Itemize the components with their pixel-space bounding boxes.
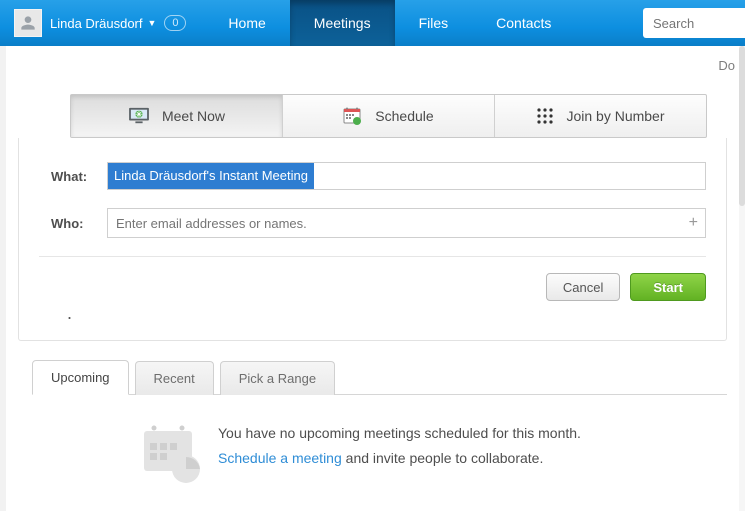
user-name-label: Linda Dräusdorf bbox=[50, 16, 143, 31]
nav-files-label: Files bbox=[419, 15, 449, 31]
meeting-list-tabs: Upcoming Recent Pick a Range bbox=[32, 359, 727, 395]
empty-state: You have no upcoming meetings scheduled … bbox=[140, 421, 745, 477]
tab-join-by-number[interactable]: Join by Number bbox=[495, 95, 706, 137]
nav-meetings[interactable]: Meetings bbox=[290, 0, 395, 46]
nav-files[interactable]: Files bbox=[395, 0, 473, 46]
cancel-button[interactable]: Cancel bbox=[546, 273, 620, 301]
tab-recent[interactable]: Recent bbox=[135, 361, 214, 395]
top-nav: Linda Dräusdorf ▼ 0 Home Meetings Files … bbox=[0, 0, 745, 46]
tab-meet-now-label: Meet Now bbox=[162, 108, 225, 124]
empty-line1: You have no upcoming meetings scheduled … bbox=[218, 421, 581, 446]
who-label: Who: bbox=[39, 216, 107, 231]
tab-upcoming[interactable]: Upcoming bbox=[32, 360, 129, 395]
what-input-wrap: Linda Dräusdorf's Instant Meeting bbox=[107, 162, 706, 190]
form-actions: Cancel Start bbox=[39, 273, 706, 301]
dialpad-icon bbox=[536, 107, 554, 125]
search-input[interactable] bbox=[653, 16, 735, 31]
empty-line2-rest: and invite people to collaborate. bbox=[342, 450, 544, 466]
what-row: What: Linda Dräusdorf's Instant Meeting bbox=[39, 162, 706, 190]
nav-meetings-label: Meetings bbox=[314, 15, 371, 31]
nav-contacts-label: Contacts bbox=[496, 15, 551, 31]
tab-schedule[interactable]: Schedule bbox=[283, 95, 495, 137]
monitor-globe-icon bbox=[128, 107, 150, 125]
left-gutter bbox=[0, 46, 6, 511]
chevron-down-icon: ▼ bbox=[148, 18, 157, 28]
meeting-type-tabs: Meet Now Schedule Join by Number bbox=[70, 94, 707, 138]
tab-pick-range[interactable]: Pick a Range bbox=[220, 361, 335, 395]
tab-meet-now[interactable]: Meet Now bbox=[71, 95, 283, 137]
nav-contacts[interactable]: Contacts bbox=[472, 0, 575, 46]
who-input-wrap: + bbox=[107, 208, 706, 238]
nav-home[interactable]: Home bbox=[204, 0, 289, 46]
primary-nav: Home Meetings Files Contacts bbox=[204, 0, 575, 46]
tab-schedule-label: Schedule bbox=[375, 108, 433, 124]
empty-line2: Schedule a meeting and invite people to … bbox=[218, 446, 581, 471]
who-row: Who: + bbox=[39, 208, 706, 238]
notification-badge[interactable]: 0 bbox=[164, 15, 186, 31]
tab-join-label: Join by Number bbox=[566, 108, 664, 124]
calendar-empty-icon bbox=[140, 421, 196, 477]
divider bbox=[39, 256, 706, 257]
start-button[interactable]: Start bbox=[630, 273, 706, 301]
avatar[interactable] bbox=[14, 9, 42, 37]
plus-icon[interactable]: + bbox=[689, 214, 698, 232]
search-box bbox=[643, 8, 745, 38]
who-input[interactable] bbox=[107, 208, 706, 238]
scrollbar-handle[interactable] bbox=[739, 46, 745, 206]
user-menu[interactable]: Linda Dräusdorf ▼ bbox=[50, 16, 156, 31]
schedule-meeting-link[interactable]: Schedule a meeting bbox=[218, 450, 342, 466]
nav-home-label: Home bbox=[228, 15, 265, 31]
person-icon bbox=[18, 13, 38, 33]
meeting-form-panel: What: Linda Dräusdorf's Instant Meeting … bbox=[18, 138, 727, 341]
what-label: What: bbox=[39, 169, 107, 184]
truncated-text: Do bbox=[718, 58, 735, 73]
overflow-dot: . bbox=[67, 303, 706, 324]
calendar-plan-icon bbox=[343, 106, 363, 126]
what-input[interactable] bbox=[107, 162, 706, 190]
scrollbar[interactable] bbox=[739, 46, 745, 511]
empty-text: You have no upcoming meetings scheduled … bbox=[218, 421, 581, 477]
